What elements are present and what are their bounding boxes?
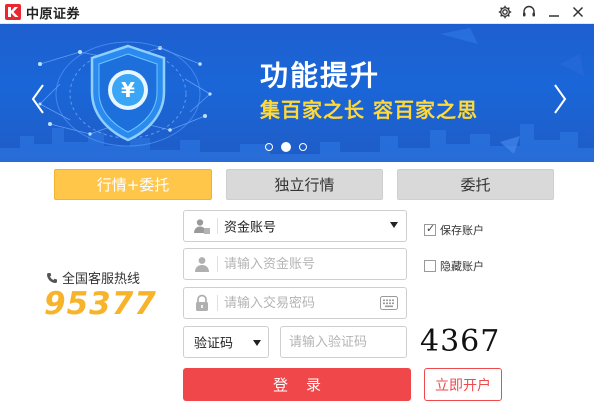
promo-banner[interactable]: ¥ 功能提升 集百家之长 容百家之思 [0,24,594,162]
captcha-type-value: 验证码 [194,336,234,352]
chevron-left-icon[interactable] [28,82,48,116]
chevron-right-icon[interactable] [550,82,570,116]
captcha-type-select[interactable]: 验证码 [183,326,269,358]
tab-trade-only[interactable]: 委托 [397,169,554,200]
account-type-value: 资金账号 [224,220,277,236]
carousel-dot[interactable] [299,143,307,151]
login-button[interactable]: 登录 [183,368,411,401]
password-input[interactable] [224,292,376,314]
save-account-checkbox[interactable]: 保存账户 [424,222,484,238]
captcha-input[interactable] [289,331,400,353]
tab-quotes-only[interactable]: 独立行情 [226,169,383,200]
keyboard-icon[interactable] [380,296,398,310]
account-field [183,248,407,280]
banner-subtitle: 集百家之长 容百家之思 [260,98,478,122]
emblem-text: ¥ [121,78,135,102]
banner-title: 功能提升 [260,59,381,92]
title-bar: 中原证券 [0,0,594,24]
headset-icon[interactable] [520,3,538,21]
field-separator [217,295,218,311]
hotline-label: 全国客服热线 [62,272,141,287]
user-icon [195,257,209,272]
settings-icon[interactable] [496,3,514,21]
captcha-image[interactable]: 4367 [420,322,499,360]
close-icon[interactable] [569,3,587,21]
save-account-label: 保存账户 [440,224,484,237]
captcha-field [280,326,407,358]
tab-quotes-trade[interactable]: 行情+委托 [54,169,212,200]
hotline-number: 95377 [44,286,157,322]
lock-icon [196,294,208,311]
app-logo-icon [5,4,21,20]
app-title: 中原证券 [26,7,81,22]
hide-account-checkbox[interactable]: 隐藏账户 [424,258,484,274]
carousel-dot[interactable] [265,143,273,151]
account-type-select[interactable]: 资金账号 [183,210,407,242]
user-id-icon [194,219,210,234]
carousel-dot-active[interactable] [281,142,291,152]
hotline-label-group: 全国客服热线 [46,268,140,287]
minimize-icon[interactable] [545,3,563,21]
carousel-dots [265,142,307,152]
dropdown-arrow-icon [253,340,261,346]
checkbox-box[interactable] [424,222,436,236]
field-separator [217,256,218,272]
open-account-button[interactable]: 立即开户 [424,368,502,401]
checkbox-box[interactable] [424,260,436,272]
password-field [183,287,407,319]
field-separator [217,218,218,234]
account-input[interactable] [224,253,376,275]
hide-account-label: 隐藏账户 [440,260,484,273]
phone-icon [47,272,57,283]
dropdown-arrow-icon [390,222,398,228]
